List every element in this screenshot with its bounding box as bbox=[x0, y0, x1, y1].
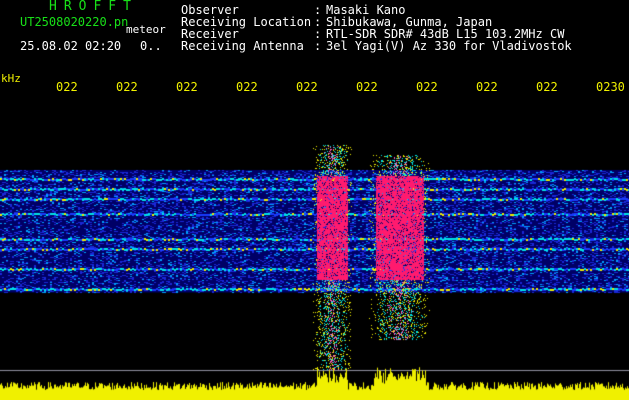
spectrogram bbox=[0, 92, 629, 400]
file-extension: meteor bbox=[126, 23, 166, 36]
filename: UT2508020220.pn bbox=[20, 15, 129, 29]
antenna-value: 3el Yagi(V) Az 330 for Vladivostok bbox=[326, 39, 572, 53]
antenna-label: Receiving Antenna bbox=[181, 39, 304, 53]
y-axis-unit: kHz bbox=[1, 72, 21, 85]
datetime: 25.08.02 02:20 bbox=[20, 39, 122, 53]
app-title: HROFFT bbox=[49, 0, 138, 14]
counter: 0.. bbox=[140, 39, 162, 53]
antenna-colon: : bbox=[314, 39, 322, 53]
